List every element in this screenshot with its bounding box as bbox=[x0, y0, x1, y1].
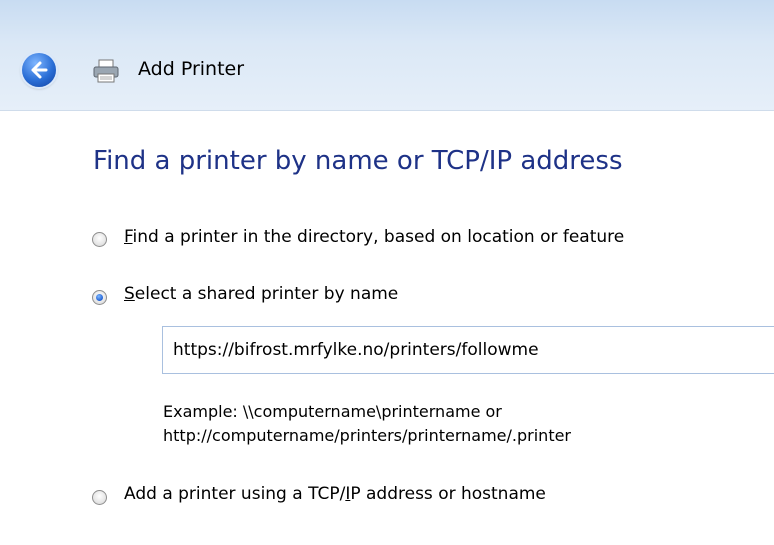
option-select-shared-printer-label[interactable]: Select a shared printer by name bbox=[124, 284, 398, 304]
back-button[interactable] bbox=[22, 53, 56, 87]
radio-find-in-directory[interactable] bbox=[92, 232, 107, 247]
example-line-1: Example: \\computername\printername or bbox=[163, 402, 502, 421]
example-line-2: http://computername/printers/printername… bbox=[163, 426, 572, 445]
window-title: Add Printer bbox=[138, 58, 245, 80]
title-bar: Add Printer bbox=[0, 0, 774, 111]
radio-tcpip-address[interactable] bbox=[92, 490, 107, 505]
printer-icon bbox=[93, 59, 119, 83]
option-find-in-directory-label[interactable]: Find a printer in the directory, based o… bbox=[124, 227, 624, 247]
shared-printer-name-input[interactable] bbox=[173, 337, 773, 363]
example-text: Example: \\computername\printername or h… bbox=[163, 400, 571, 448]
back-arrow-icon bbox=[31, 61, 48, 79]
shared-printer-name-field[interactable] bbox=[162, 326, 774, 374]
radio-select-shared-printer[interactable] bbox=[92, 290, 107, 305]
option-tcpip-address-label[interactable]: Add a printer using a TCP/IP address or … bbox=[124, 484, 546, 504]
page-heading: Find a printer by name or TCP/IP address bbox=[93, 146, 623, 176]
